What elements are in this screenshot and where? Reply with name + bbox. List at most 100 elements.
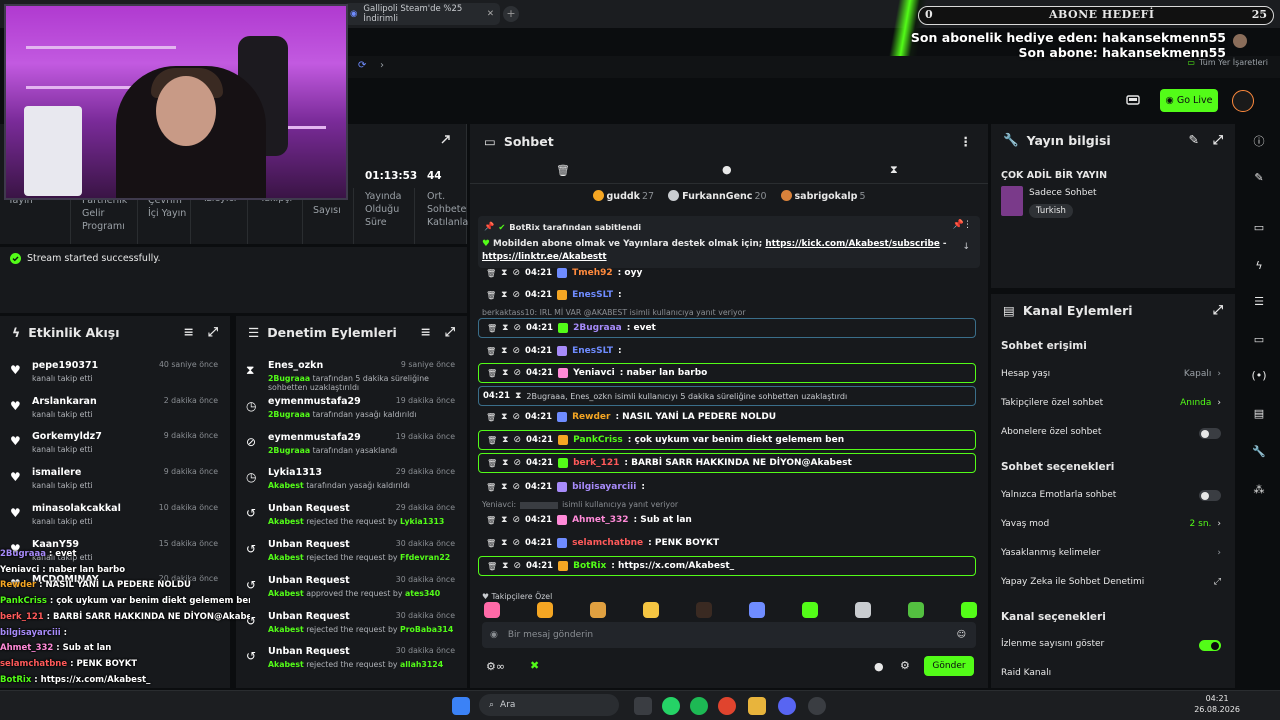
ban-icon[interactable]: ⊘ xyxy=(512,538,520,548)
trash-icon[interactable]: 🗑 xyxy=(487,562,497,571)
chat-message[interactable]: 🗑 ⧗ ⊘ 04:21 PankCriss: çok uykum var benim d… xyxy=(478,430,976,450)
show-viewers-toggle[interactable] xyxy=(1199,640,1221,651)
list-item[interactable]: ⊘ eymenmustafa29 19 dakika önce 2Bugraaa ta… xyxy=(236,428,467,464)
leaderboard-entry[interactable]: guddk 27 xyxy=(592,190,654,206)
chat-username[interactable]: PankCriss xyxy=(573,435,623,445)
emote-only-toggle[interactable] xyxy=(1199,490,1221,501)
more-icon[interactable]: ⋮ xyxy=(963,220,972,230)
chat-message[interactable]: 🗑 ⧗ ⊘ 04:21 bilgisayarciii: xyxy=(478,477,976,497)
emote-icon[interactable] xyxy=(749,602,765,618)
chat-username[interactable]: EnesSLT xyxy=(572,346,613,356)
moderator-name[interactable]: Akabest xyxy=(268,589,304,598)
obs-icon[interactable] xyxy=(808,697,826,715)
list-item[interactable]: ↺ Unban Request 30 dakika önce Akabest reje… xyxy=(236,535,467,571)
chrome-icon[interactable] xyxy=(718,697,736,715)
ban-icon[interactable]: ⊘ xyxy=(513,368,521,378)
chat-icon[interactable]: ▭ xyxy=(1248,328,1270,350)
emote-icon[interactable] xyxy=(961,602,977,618)
trash-icon[interactable]: 🗑 xyxy=(486,539,496,548)
trash-icon[interactable]: 🗑 xyxy=(486,413,496,422)
pinned-link[interactable]: https://linktr.ee/Akabestt xyxy=(482,252,607,262)
emote-icon[interactable] xyxy=(696,602,712,618)
chat-message[interactable]: 🗑 ⧗ ⊘ 04:21 Rewder: NASIL YANİ LA PEDERE NOL… xyxy=(478,407,976,427)
camera-icon[interactable] xyxy=(1126,94,1140,106)
refresh-icon[interactable]: ⟳ xyxy=(358,60,366,71)
chat-username[interactable]: Rewder xyxy=(572,412,610,422)
chevron-right-icon[interactable]: › xyxy=(1217,548,1221,558)
moderator-name[interactable]: Akabest xyxy=(268,553,304,562)
spotify-icon[interactable] xyxy=(690,697,708,715)
edit-icon[interactable]: ✎ xyxy=(1189,132,1199,148)
target-user[interactable]: Lykia1313 xyxy=(400,517,444,526)
target-user[interactable]: Ffdevran22 xyxy=(400,553,450,562)
filter-icon[interactable]: ≡ xyxy=(421,324,431,340)
trash-icon[interactable]: 🗑 xyxy=(487,369,497,378)
list-icon[interactable]: ☰ xyxy=(1248,290,1270,312)
close-icon[interactable]: ✖ xyxy=(530,659,539,672)
broadcast-icon[interactable]: (•) xyxy=(1248,364,1270,386)
setting-label[interactable]: Raid Kanalı xyxy=(1001,668,1051,678)
chat-input[interactable]: ◉ Bir mesaj gönderin ☺ xyxy=(482,622,976,648)
ban-icon[interactable]: ⊘ xyxy=(512,515,520,525)
external-link-icon[interactable]: ⤢ xyxy=(1214,577,1221,587)
emote-icon[interactable] xyxy=(643,602,659,618)
setting-value[interactable]: 2 sn. › xyxy=(1190,519,1221,529)
chat-bubble-icon[interactable]: ● xyxy=(874,660,884,673)
chat-username[interactable]: Tmeh92 xyxy=(572,268,613,278)
send-button[interactable]: Gönder xyxy=(924,656,974,676)
list-item[interactable]: ♥ ismailere kanalı takip etti 9 dakika önce xyxy=(0,463,230,499)
subs-only-toggle[interactable] xyxy=(1199,428,1221,439)
info-icon[interactable]: ⓘ xyxy=(1248,130,1270,152)
ban-icon[interactable]: ⊘ xyxy=(512,268,520,278)
moderator-name[interactable]: Akabest xyxy=(268,517,304,526)
moderator-name[interactable]: 2Bugraaa xyxy=(268,446,310,455)
moderator-name[interactable]: 2Bugraaa xyxy=(268,410,310,419)
chat-username[interactable]: EnesSLT xyxy=(572,290,613,300)
hourglass-icon[interactable]: ⧗ xyxy=(502,435,508,445)
chat-message[interactable]: 🗑 ⧗ ⊘ 04:21 EnesSLT: xyxy=(478,341,976,361)
wrench-icon[interactable]: 🔧 xyxy=(1248,440,1270,462)
hourglass-icon[interactable]: ⧗ xyxy=(501,268,507,278)
gear-icon[interactable]: ⚙ xyxy=(900,659,910,672)
trash-icon[interactable]: 🗑 xyxy=(487,459,497,468)
ban-icon[interactable]: ⊘ xyxy=(512,412,520,422)
trash-icon[interactable]: 🗑 xyxy=(486,483,496,492)
moderator-name[interactable]: 2Bugraaa xyxy=(268,374,310,383)
hourglass-icon[interactable]: ⧗ xyxy=(501,515,507,525)
nodes-icon[interactable]: ⁂ xyxy=(1248,478,1270,500)
chat-username[interactable]: Yeniavci xyxy=(573,368,615,378)
list-item[interactable]: ◷ Lykia1313 29 dakika önce Akabest tarafınd… xyxy=(236,463,467,499)
chat-username[interactable]: selamchatbne xyxy=(572,538,643,548)
expand-icon[interactable]: ⤢ xyxy=(1213,132,1223,148)
target-user[interactable]: ates340 xyxy=(405,589,440,598)
expand-icon[interactable]: ⤢ xyxy=(208,324,218,340)
browser-tab[interactable]: ◉ Gallipoli Steam'de %25 İndirimli ✕ xyxy=(344,3,500,25)
pinned-link[interactable]: https://kick.com/Akabest/subscribe xyxy=(765,239,939,249)
list-item[interactable]: ♥ pepe190371 kanalı takip etti 40 saniye ön… xyxy=(0,356,230,392)
doc-icon[interactable]: ▤ xyxy=(1248,402,1270,424)
ban-icon[interactable]: ⊘ xyxy=(512,290,520,300)
more-icon[interactable]: ⋮ xyxy=(960,134,973,149)
chat-message[interactable]: 🗑 ⧗ ⊘ 04:21 selamchatbne: PENK BOYKT xyxy=(478,533,976,553)
hourglass-icon[interactable]: ⧗ xyxy=(501,412,507,422)
chat-username[interactable]: bilgisayarciii xyxy=(572,482,636,492)
expand-icon[interactable]: ⤢ xyxy=(445,324,455,340)
whatsapp-icon[interactable] xyxy=(662,697,680,715)
hourglass-icon[interactable]: ⧗ xyxy=(890,163,898,177)
discord-icon[interactable] xyxy=(778,697,796,715)
list-item[interactable]: ♥ Gorkemyldz7 kanalı takip etti 9 dakika ön… xyxy=(0,427,230,463)
setting-value[interactable]: Anında › xyxy=(1180,398,1221,408)
chat-message[interactable]: 🗑 ⧗ ⊘ 04:21 BotRix: https://x.com/Akabest_ xyxy=(478,556,976,576)
folder-icon[interactable] xyxy=(748,697,766,715)
ban-icon[interactable]: ⊘ xyxy=(512,482,520,492)
setting-label[interactable]: Takipçilere özel sohbet xyxy=(1001,398,1103,408)
list-item[interactable]: ↺ Unban Request 30 dakika önce Akabest appr… xyxy=(236,571,467,607)
chat-message[interactable]: 🗑 ⧗ ⊘ 04:21 Ahmet_332: Sub at lan xyxy=(478,510,976,530)
hourglass-icon[interactable]: ⧗ xyxy=(501,346,507,356)
leaderboard-entry[interactable]: FurkannGenc 20 xyxy=(668,190,767,206)
ban-icon[interactable]: ⊘ xyxy=(513,458,521,468)
settings-icon[interactable]: ⚙∞ xyxy=(486,660,505,673)
trash-icon[interactable]: 🗑 xyxy=(486,291,496,300)
hourglass-icon[interactable]: ⧗ xyxy=(502,368,508,378)
filter-icon[interactable]: ≡ xyxy=(184,324,194,340)
